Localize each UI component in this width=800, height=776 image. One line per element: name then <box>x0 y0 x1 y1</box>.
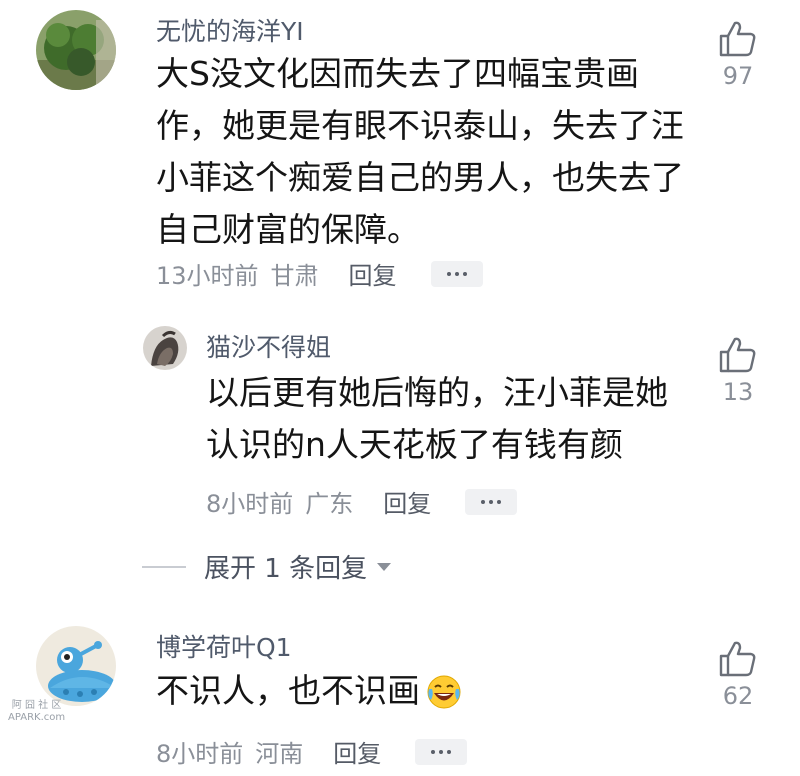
dot <box>497 499 502 504</box>
like-count: 13 <box>722 378 754 406</box>
dot <box>481 499 486 504</box>
laughing-crying-emoji-icon <box>426 673 462 709</box>
comment-line: 自己财富的保障。 <box>156 210 420 249</box>
comment-body: 大S没文化因而失去了四幅宝贵画 作，她更是有眼不识泰山，失去了汪 小菲这个痴爱自… <box>156 48 696 256</box>
comment-location: 甘肃 <box>270 262 319 290</box>
comment-meta: 8小时前 广东 回复 <box>206 484 518 519</box>
more-options-button[interactable] <box>430 260 483 287</box>
divider-line <box>142 565 186 568</box>
dot <box>462 271 467 276</box>
comment-time: 13小时前 <box>156 262 259 290</box>
comment-meta: 13小时前 甘肃 回复 <box>156 256 483 291</box>
comment-location: 广东 <box>305 490 354 518</box>
avatar[interactable] <box>36 626 116 706</box>
comment-username[interactable]: 博学荷叶Q1 <box>156 628 292 664</box>
hand-photo-avatar-image <box>143 326 187 370</box>
chevron-down-icon <box>377 562 392 571</box>
comment-line: 小菲这个痴爱自己的男人，也失去了 <box>156 158 684 197</box>
watermark-line: APARK.com <box>8 712 66 723</box>
dot <box>447 749 452 754</box>
reply-button[interactable]: 回复 <box>383 484 431 519</box>
expand-replies-label: 展开 1 条回复 <box>204 554 368 584</box>
comment-body: 以后更有她后悔的，汪小菲是她 认识的n人天花板了有钱有颜 <box>206 367 706 471</box>
dot <box>446 271 451 276</box>
comment-line: 不识人，也不识画 <box>156 671 420 710</box>
like-button[interactable]: 13 <box>713 336 763 406</box>
watermark-line: 阿 囧 社 区 <box>11 700 62 711</box>
dot <box>431 749 436 754</box>
avatar[interactable] <box>143 326 187 370</box>
dot <box>489 499 494 504</box>
like-count: 97 <box>722 62 754 90</box>
comment-time: 8小时前 <box>206 490 294 518</box>
thumbs-up-icon <box>719 641 756 677</box>
comment-line: 认识的n人天花板了有钱有颜 <box>206 425 623 464</box>
like-count: 62 <box>722 682 754 710</box>
reply-button[interactable]: 回复 <box>333 734 381 769</box>
more-options-button[interactable] <box>415 738 468 765</box>
dot <box>454 271 459 276</box>
comment-time: 8小时前 <box>156 740 244 768</box>
site-watermark: 阿 囧 社 区 APARK.com <box>8 700 65 724</box>
comment-location: 河南 <box>255 740 304 768</box>
comment-line: 作，她更是有眼不识泰山，失去了汪 <box>156 106 684 145</box>
reply-button[interactable]: 回复 <box>349 256 397 291</box>
more-options-button[interactable] <box>465 488 518 515</box>
comment-body: 不识人，也不识画 <box>156 665 696 717</box>
comment-line: 以后更有她后悔的，汪小菲是她 <box>206 373 668 412</box>
cartoon-creature-avatar-image <box>36 626 116 706</box>
comment-meta: 8小时前 河南 回复 <box>156 734 468 769</box>
comment-username[interactable]: 无忧的海洋YI <box>156 12 304 48</box>
avatar[interactable] <box>36 10 116 90</box>
comment-line: 大S没文化因而失去了四幅宝贵画 <box>156 54 639 93</box>
comment-username[interactable]: 猫沙不得姐 <box>206 328 331 364</box>
like-button[interactable]: 62 <box>713 640 763 710</box>
expand-replies-button[interactable]: 展开 1 条回复 <box>142 548 392 585</box>
thumbs-up-icon <box>719 337 756 373</box>
like-button[interactable]: 97 <box>713 20 763 90</box>
dot <box>439 749 444 754</box>
plant-photo-avatar-image <box>36 10 116 90</box>
thumbs-up-icon <box>719 21 756 57</box>
